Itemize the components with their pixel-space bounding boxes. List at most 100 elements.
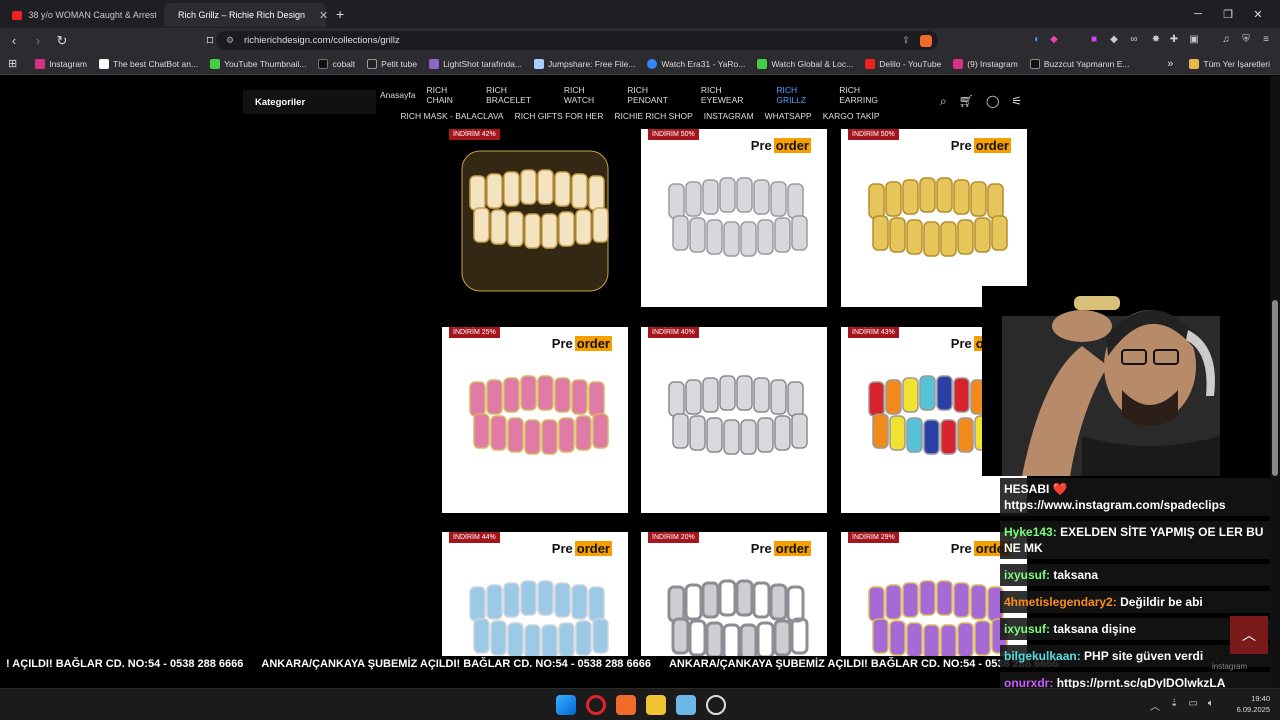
bookmark-item[interactable]: Instagram: [35, 58, 87, 69]
product-image[interactable]: [641, 129, 827, 307]
tab-bar: 38 y/o WOMAN Caught & Arrested ... Rich …: [0, 0, 1280, 28]
tooth-shape: [706, 219, 723, 255]
network-icon[interactable]: ⇣: [1170, 698, 1178, 713]
menu-item[interactable]: RICH GRILLZ: [776, 85, 828, 105]
product-card[interactable]: İNDİRİM 50% Pre order: [641, 129, 827, 307]
scrollbar-thumb[interactable]: [1272, 300, 1278, 476]
search-icon[interactable]: ⌕: [940, 94, 947, 109]
vpn-icon[interactable]: ⛨: [1238, 32, 1254, 48]
bookmark-item[interactable]: Watch Global & Loc...: [757, 58, 853, 69]
extension-icon[interactable]: ∞: [1126, 32, 1142, 48]
menu-item[interactable]: Anasayfa: [380, 90, 415, 100]
bookmark-item[interactable]: Jumpshare: Free File...: [534, 58, 635, 69]
bookmark-item[interactable]: Delilo - YouTube: [865, 58, 941, 69]
brave-icon[interactable]: [616, 695, 636, 715]
file-explorer-icon[interactable]: [646, 695, 666, 715]
scroll-to-top-button[interactable]: ︿: [1230, 616, 1268, 654]
bookmark-item[interactable]: cobalt: [318, 58, 355, 69]
minimize-icon[interactable]: ─: [1190, 8, 1206, 20]
menu-item[interactable]: RICH MASK - BALACLAVA: [400, 111, 503, 121]
opera-icon[interactable]: [586, 695, 606, 715]
bookmark-item[interactable]: Buzzcut Yapmanın E...: [1029, 58, 1130, 69]
chevron-up-icon[interactable]: ︿: [1150, 698, 1160, 713]
categories-toggle[interactable]: Kategoriler: [243, 90, 376, 114]
chat-username: ixyusuf:: [1004, 622, 1051, 636]
extension-icon[interactable]: ✸: [1148, 32, 1164, 48]
bookmark-item[interactable]: LightShot tarafında...: [429, 58, 522, 69]
extension-icon[interactable]: ◆: [1046, 32, 1062, 48]
all-bookmarks-folder[interactable]: Tüm Yer İşaretleri: [1189, 59, 1270, 69]
brave-shield-icon[interactable]: [920, 34, 932, 47]
menu-icon[interactable]: ≡: [1258, 32, 1274, 48]
extension-icon[interactable]: ◖: [1028, 32, 1044, 48]
clock[interactable]: 19:40 6.09.2025: [1237, 693, 1270, 715]
address-bar[interactable]: ⚙ richierichdesign.com/collections/grill…: [216, 31, 938, 50]
tab-video[interactable]: 38 y/o WOMAN Caught & Arrested ...: [4, 3, 164, 27]
product-card[interactable]: İNDİRİM 25% Pre order: [442, 327, 628, 513]
music-icon[interactable]: ♫: [1218, 32, 1234, 48]
menu-item[interactable]: RICH PENDANT: [627, 85, 690, 105]
menu-item[interactable]: RICH CHAIN: [426, 85, 475, 105]
menu-item[interactable]: INSTAGRAM: [704, 111, 754, 121]
product-card[interactable]: İNDİRİM 44% Pre order: [442, 532, 628, 656]
tooth-shape: [520, 580, 537, 616]
account-icon[interactable]: ◯: [986, 94, 999, 109]
menu-item[interactable]: RICH GIFTS FOR HER: [515, 111, 604, 121]
tooth-shape: [558, 211, 575, 247]
forward-icon[interactable]: ›: [28, 33, 48, 48]
cart-icon[interactable]: 🛒︎: [959, 94, 974, 109]
display-icon[interactable]: ▭: [1188, 698, 1197, 713]
tooth-shape: [773, 619, 792, 656]
volume-icon[interactable]: 🔈︎: [1208, 698, 1214, 713]
reload-icon[interactable]: ↻: [52, 33, 72, 49]
extension-icon[interactable]: ■: [1086, 32, 1102, 48]
back-icon[interactable]: ‹: [4, 33, 24, 48]
close-window-icon[interactable]: ✕: [1250, 8, 1266, 21]
more-bookmarks-icon[interactable]: »: [1167, 58, 1173, 70]
tooth-shape: [685, 181, 702, 217]
extensions-puzzle-icon[interactable]: ✚: [1166, 32, 1182, 48]
product-card[interactable]: İNDİRİM 50% Pre order: [841, 129, 1027, 307]
bookmark-item[interactable]: YouTube Thumbnail...: [210, 58, 306, 69]
product-card[interactable]: İNDİRİM 40%: [641, 327, 827, 513]
product-image[interactable]: [641, 327, 827, 513]
tooth-shape: [718, 579, 737, 617]
filter-icon[interactable]: ⚟: [1011, 94, 1022, 109]
product-image[interactable]: [442, 129, 628, 307]
windows-start-icon[interactable]: [556, 695, 576, 715]
apps-grid-icon[interactable]: ⊞: [8, 57, 17, 70]
new-tab-button[interactable]: +: [336, 6, 344, 22]
menu-item[interactable]: RICH BRACELET: [486, 85, 553, 105]
bookmark-item[interactable]: (9) Instagram: [953, 58, 1018, 69]
product-card[interactable]: İNDİRİM 20% Pre order: [641, 532, 827, 656]
tooth-shape: [791, 215, 808, 251]
menu-item[interactable]: RICH WATCH: [564, 85, 616, 105]
menu-item[interactable]: WHATSAPP: [765, 111, 812, 121]
menu-item[interactable]: RICH EARRING: [839, 85, 900, 105]
site-info-icon[interactable]: ⚙: [226, 35, 234, 46]
menu-item[interactable]: RICH EYEWEAR: [701, 85, 765, 105]
pc-manager-icon[interactable]: [676, 695, 696, 715]
tab-rich-grillz[interactable]: Rich Grillz – Richie Rich Design ✕: [164, 3, 328, 27]
tooth-shape: [507, 211, 524, 247]
page-scrollbar[interactable]: [1270, 76, 1280, 688]
menu-item[interactable]: RICHIE RICH SHOP: [614, 111, 692, 121]
menu-item[interactable]: KARGO TAKİP: [823, 111, 880, 121]
bookmark-item[interactable]: Petit tube: [367, 58, 417, 69]
tooth-shape: [723, 419, 740, 455]
extension-icon[interactable]: ◆: [1106, 32, 1122, 48]
bookmark-item[interactable]: Watch Era31 - YaRo...: [647, 58, 745, 69]
product-card[interactable]: İNDİRİM 42%: [442, 129, 628, 307]
bookmark-item[interactable]: The best ChatBot an...: [99, 58, 198, 69]
product-image[interactable]: [841, 129, 1027, 307]
maximize-icon[interactable]: ❐: [1220, 8, 1236, 21]
close-tab-icon[interactable]: ✕: [319, 9, 328, 22]
obs-icon[interactable]: [706, 695, 726, 715]
share-icon[interactable]: ⇪: [902, 35, 910, 46]
product-image[interactable]: [442, 327, 628, 513]
tooth-shape: [702, 179, 719, 215]
bookmarks-right: » Tüm Yer İşaretleri: [1167, 53, 1270, 75]
sidebar-icon[interactable]: ▣: [1186, 32, 1202, 48]
tooth-shape: [770, 181, 787, 217]
tooth-shape: [872, 413, 889, 449]
